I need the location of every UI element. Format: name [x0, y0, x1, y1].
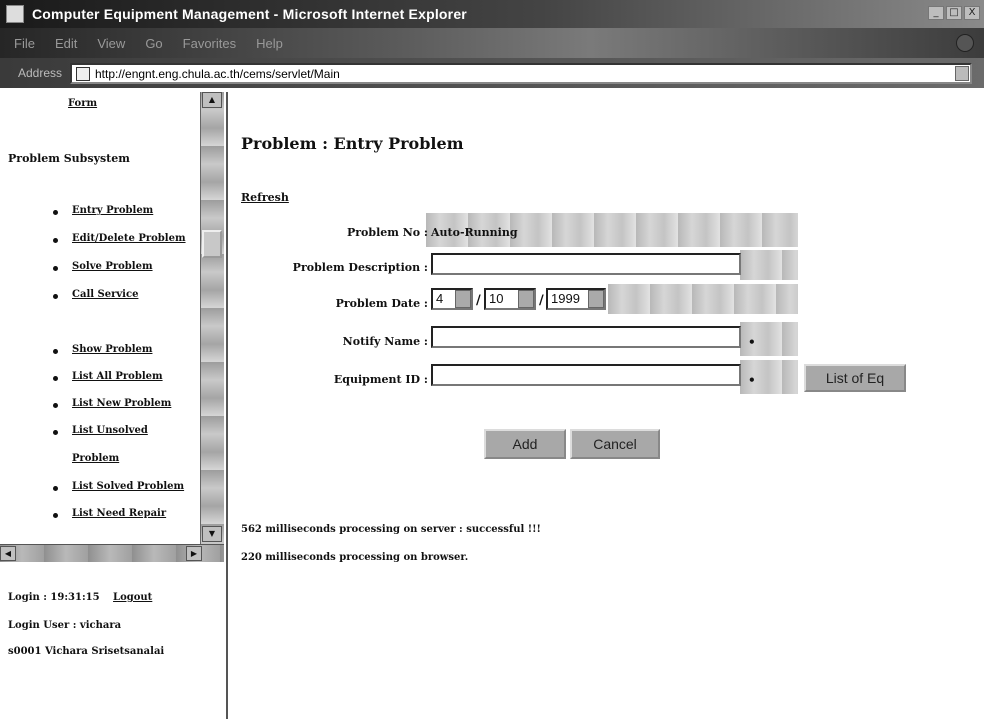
address-input[interactable]: http://engnt.eng.chula.ac.th/cems/servle…: [70, 63, 972, 84]
address-url[interactable]: http://engnt.eng.chula.ac.th/cems/servle…: [95, 67, 340, 81]
bullet-icon: [53, 349, 58, 354]
cancel-button[interactable]: Cancel: [570, 429, 660, 459]
page-title: Problem : Entry Problem: [241, 134, 464, 153]
bullet-icon: [53, 376, 58, 381]
scroll-left-arrow-icon[interactable]: ◀: [0, 546, 16, 561]
address-bar: Address http://engnt.eng.chula.ac.th/cem…: [0, 58, 984, 88]
left-navigation-frame: Form Problem Subsystem Entry Problem Edi…: [0, 92, 228, 719]
date-year-select[interactable]: 1999: [546, 288, 606, 310]
sidebar-item-edit-delete-problem[interactable]: Edit/Delete Problem: [72, 233, 186, 244]
equipment-id-input[interactable]: [431, 364, 741, 386]
login-time: Login : 19:31:15: [8, 592, 100, 603]
list-of-equipment-button[interactable]: List of Eq: [804, 364, 906, 392]
menu-favorites[interactable]: Favorites: [183, 36, 236, 51]
menubar: File Edit View Go Favorites Help: [0, 28, 984, 58]
description-label: Problem Description :: [292, 261, 428, 274]
sidebar-item-show-problem[interactable]: Show Problem: [72, 344, 152, 355]
sidebar-item-list-unsolved[interactable]: List Unsolved: [72, 425, 148, 436]
menu-help[interactable]: Help: [256, 36, 283, 51]
browser-processing-message: 220 milliseconds processing on browser.: [241, 552, 469, 563]
chevron-down-icon[interactable]: [588, 290, 604, 308]
date-separator: /: [539, 293, 544, 308]
menu-file[interactable]: File: [14, 36, 35, 51]
date-separator: /: [476, 293, 481, 308]
nav-horizontal-scrollbar[interactable]: ◀ ▶: [0, 544, 224, 562]
chevron-down-icon[interactable]: [518, 290, 534, 308]
main-content-frame: Problem : Entry Problem Refresh Problem …: [230, 92, 984, 719]
nav-section-title: Problem Subsystem: [8, 152, 130, 165]
notify-name-input[interactable]: [431, 326, 741, 348]
address-dropdown-button[interactable]: [955, 66, 969, 81]
date-shade: [608, 284, 798, 314]
sidebar-item-list-solved-problem[interactable]: List Solved Problem: [72, 481, 184, 492]
sidebar-item-list-new-problem[interactable]: List New Problem: [72, 398, 171, 409]
bullet-icon: [53, 294, 58, 299]
problem-no-value: Auto-Running: [431, 226, 518, 239]
window-titlebar: Computer Equipment Management - Microsof…: [0, 0, 984, 28]
login-user: Login User : vichara: [8, 620, 122, 631]
nav-form-link[interactable]: Form: [68, 98, 97, 109]
logout-link[interactable]: Logout: [113, 592, 152, 603]
bullet-icon: [53, 238, 58, 243]
minimize-button[interactable]: _: [928, 6, 944, 20]
bullet-icon: [53, 430, 58, 435]
bullet-icon: [53, 210, 58, 215]
equipment-id-label: Equipment ID :: [333, 373, 428, 386]
problem-description-input[interactable]: [431, 253, 741, 275]
address-label: Address: [18, 66, 63, 80]
sidebar-item-list-need-repair[interactable]: List Need Repair: [72, 508, 166, 519]
close-button[interactable]: X: [964, 6, 980, 20]
ie-app-icon: [6, 5, 24, 23]
server-processing-message: 562 milliseconds processing on server : …: [241, 524, 541, 535]
maximize-button[interactable]: □: [946, 6, 962, 20]
chevron-down-icon[interactable]: [455, 290, 471, 308]
ie-logo-icon: [956, 34, 974, 52]
menu-view[interactable]: View: [97, 36, 125, 51]
page-icon: [76, 66, 90, 81]
scroll-right-arrow-icon[interactable]: ▶: [186, 546, 202, 561]
sidebar-item-list-unsolved-cont[interactable]: Problem: [72, 453, 119, 464]
scroll-up-arrow-icon[interactable]: ▲: [202, 92, 222, 108]
window-controls: _ □ X: [928, 6, 980, 20]
bullet-icon: [53, 513, 58, 518]
required-mark: •: [748, 373, 756, 387]
sidebar-item-list-all-problem[interactable]: List All Problem: [72, 371, 163, 382]
required-mark: •: [748, 335, 756, 349]
bullet-icon: [53, 486, 58, 491]
sidebar-item-solve-problem[interactable]: Solve Problem: [72, 261, 153, 272]
bullet-icon: [53, 266, 58, 271]
refresh-link[interactable]: Refresh: [241, 191, 289, 204]
menu-go[interactable]: Go: [145, 36, 162, 51]
nav-scroll-area: Form Problem Subsystem Entry Problem Edi…: [0, 92, 228, 562]
notify-name-label: Notify Name :: [342, 335, 428, 348]
sidebar-item-entry-problem[interactable]: Entry Problem: [72, 205, 153, 216]
bullet-icon: [53, 403, 58, 408]
menu-edit[interactable]: Edit: [55, 36, 77, 51]
scroll-down-arrow-icon[interactable]: ▼: [202, 526, 222, 542]
date-day-select[interactable]: 4: [431, 288, 473, 310]
date-month-select[interactable]: 10: [484, 288, 536, 310]
scroll-thumb[interactable]: [202, 230, 222, 258]
login-user-id: s0001 Vichara Srisetsanalai: [8, 646, 165, 657]
problem-no-label: Problem No :: [346, 226, 428, 239]
nav-vertical-scrollbar[interactable]: ▲ ▼: [200, 92, 224, 544]
window-title: Computer Equipment Management - Microsof…: [32, 6, 467, 22]
sidebar-item-call-service[interactable]: Call Service: [72, 289, 138, 300]
add-button[interactable]: Add: [484, 429, 566, 459]
description-shade: [740, 250, 798, 280]
problem-date-label: Problem Date :: [335, 297, 428, 310]
